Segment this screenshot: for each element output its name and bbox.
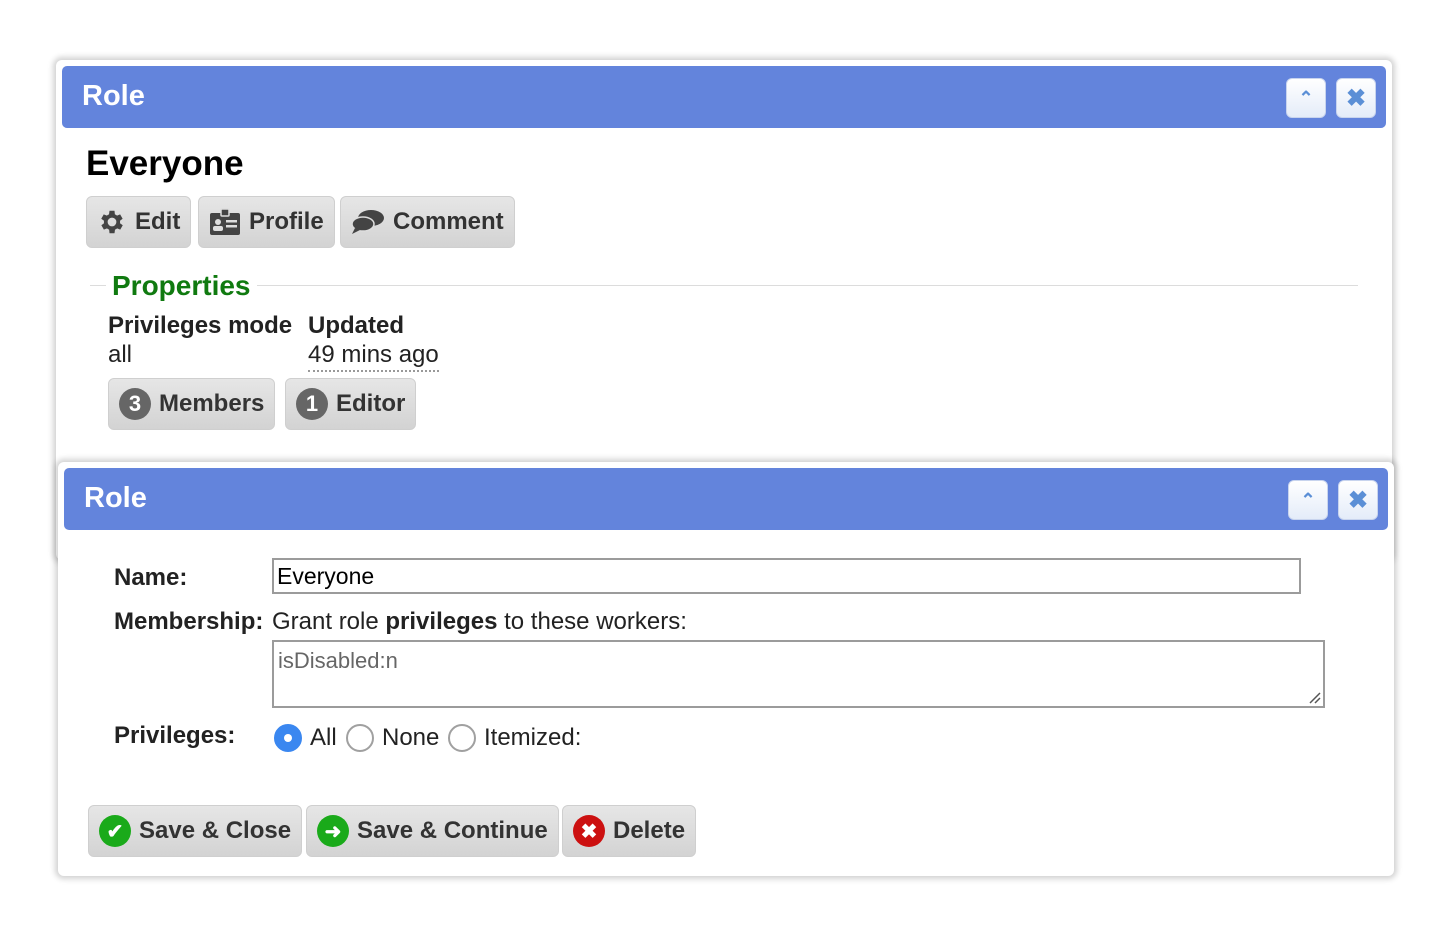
membership-suffix: to these workers: xyxy=(504,608,687,635)
properties-divider xyxy=(90,285,1358,286)
profile-button-label: Profile xyxy=(249,208,324,235)
edit-panel-title: Role xyxy=(84,482,147,514)
delete-label: Delete xyxy=(613,817,686,844)
membership-label: Membership: xyxy=(114,608,264,635)
editor-button-label: Editor xyxy=(336,390,406,417)
save-continue-label: Save & Continue xyxy=(357,817,548,844)
chevron-up-icon: ⌃ xyxy=(1298,87,1314,108)
arrow-right-circle-icon: ➜ xyxy=(317,815,349,847)
save-continue-button[interactable]: ➜ Save & Continue xyxy=(306,805,559,857)
members-count-badge: 3 xyxy=(119,388,151,420)
view-panel-close-button[interactable]: ✖ xyxy=(1336,78,1376,118)
resize-grip-icon[interactable] xyxy=(1307,690,1321,704)
updated-value[interactable]: 49 mins ago xyxy=(308,341,439,372)
check-circle-icon: ✔ xyxy=(99,815,131,847)
comment-button[interactable]: Comment xyxy=(340,196,515,248)
membership-bold: privileges xyxy=(385,608,498,635)
editor-button[interactable]: 1 Editor xyxy=(285,378,417,430)
role-edit-panel: Role ⌃ ✖ Name: Membership: Grant role pr… xyxy=(58,462,1394,876)
chevron-up-icon: ⌃ xyxy=(1300,489,1316,510)
save-close-label: Save & Close xyxy=(139,817,292,844)
gear-icon xyxy=(97,207,127,237)
membership-query-textarea[interactable]: isDisabled:n xyxy=(272,640,1325,708)
privileges-itemized-radio[interactable] xyxy=(448,724,476,752)
profile-button[interactable]: Profile xyxy=(198,196,335,248)
edit-button-label: Edit xyxy=(135,208,181,235)
membership-query-text: isDisabled:n xyxy=(278,648,398,673)
view-panel-titlebar: Role ⌃ ✖ xyxy=(62,66,1386,128)
updated-timestamp[interactable]: 49 mins ago xyxy=(308,341,439,372)
edit-panel-close-button[interactable]: ✖ xyxy=(1338,480,1378,520)
close-icon: ✖ xyxy=(1345,84,1367,112)
updated-label: Updated xyxy=(308,312,404,339)
properties-legend: Properties xyxy=(106,270,257,302)
view-panel-collapse-button[interactable]: ⌃ xyxy=(1286,78,1326,118)
privileges-none-radio[interactable] xyxy=(346,724,374,752)
privileges-all-label[interactable]: All xyxy=(310,724,337,752)
privileges-mode-label: Privileges mode xyxy=(108,312,293,339)
members-button[interactable]: 3 Members xyxy=(108,378,276,430)
privileges-all-radio[interactable] xyxy=(274,724,302,752)
delete-circle-icon: ✖ xyxy=(573,815,605,847)
view-panel-title: Role xyxy=(82,80,145,112)
comment-button-label: Comment xyxy=(393,208,504,235)
privileges-mode-value: all xyxy=(108,341,133,368)
members-button-label: Members xyxy=(159,390,265,417)
privileges-label: Privileges: xyxy=(114,722,236,749)
membership-prefix: Grant role xyxy=(272,608,379,635)
privileges-itemized-label[interactable]: Itemized: xyxy=(484,724,581,752)
close-icon: ✖ xyxy=(1347,486,1369,514)
membership-help: Grant role privileges to these workers: xyxy=(272,608,687,636)
record-name: Everyone xyxy=(86,144,244,183)
save-close-button[interactable]: ✔ Save & Close xyxy=(88,805,303,857)
edit-panel-titlebar: Role ⌃ ✖ xyxy=(64,468,1388,530)
delete-button[interactable]: ✖ Delete xyxy=(562,805,697,857)
id-card-icon xyxy=(209,208,241,236)
editor-count-badge: 1 xyxy=(296,388,328,420)
edit-panel-collapse-button[interactable]: ⌃ xyxy=(1288,480,1328,520)
name-label: Name: xyxy=(114,564,188,591)
privileges-none-label[interactable]: None xyxy=(382,724,439,752)
edit-button[interactable]: Edit xyxy=(86,196,192,248)
comments-icon xyxy=(351,209,385,235)
name-field[interactable] xyxy=(272,558,1301,594)
